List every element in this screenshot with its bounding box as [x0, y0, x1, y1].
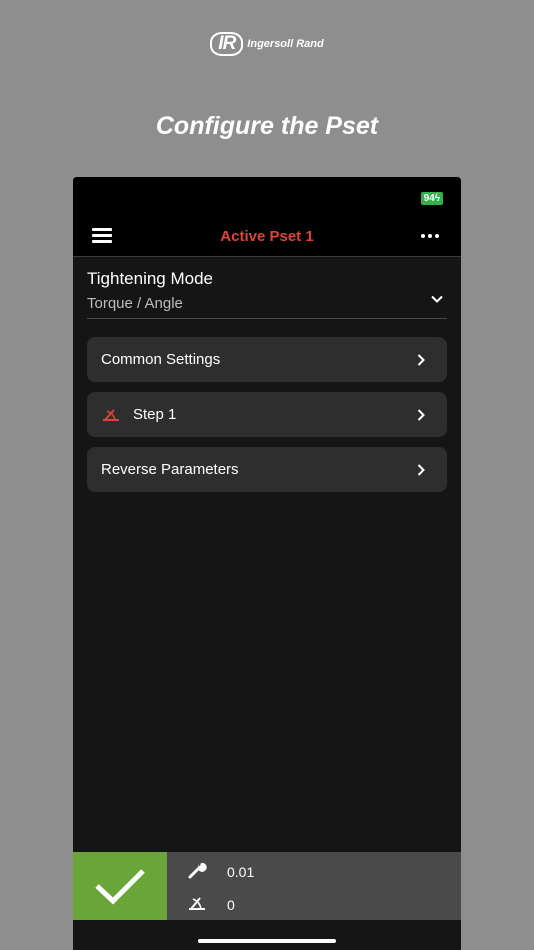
bottom-status-panel: 0.01 0: [73, 852, 461, 920]
angle-step-icon: [101, 408, 121, 422]
common-settings-label: Common Settings: [101, 351, 221, 368]
checkmark-icon: [95, 869, 145, 905]
torque-readout: 0.01: [187, 860, 254, 883]
step-1-item[interactable]: Step 1: [87, 392, 447, 437]
phone-screen: 94ϟ Active Pset 1 Tightening Mode Torque…: [73, 177, 461, 950]
chevron-down-icon: [431, 290, 443, 308]
battery-level: 94: [423, 193, 435, 204]
more-options-icon[interactable]: [421, 234, 439, 238]
chevron-right-icon: [417, 408, 425, 426]
common-settings-item[interactable]: Common Settings: [87, 337, 447, 382]
battery-indicator: 94ϟ: [420, 192, 443, 205]
charging-icon: ϟ: [434, 193, 440, 204]
home-indicator[interactable]: [198, 939, 336, 943]
tightening-mode-label: Tightening Mode: [87, 269, 214, 288]
tightening-mode-dropdown[interactable]: Tightening Mode Torque / Angle: [87, 269, 447, 319]
step-1-label: Step 1: [133, 406, 177, 423]
tightening-mode-value: Torque / Angle: [87, 295, 183, 312]
angle-readout: 0: [187, 895, 235, 914]
app-bar-title: Active Pset 1: [220, 228, 314, 245]
confirm-button[interactable]: [73, 852, 167, 920]
wrench-icon: [187, 860, 207, 883]
page-headline: Configure the Pset: [155, 112, 379, 140]
logo-mark: IR: [210, 32, 244, 56]
torque-value: 0.01: [227, 863, 255, 880]
angle-icon: [187, 895, 207, 914]
readouts: 0.01 0: [167, 852, 461, 920]
angle-value: 0: [227, 896, 235, 913]
chevron-right-icon: [417, 463, 425, 481]
logo-name: Ingersoll Rand: [247, 38, 324, 50]
reverse-parameters-item[interactable]: Reverse Parameters: [87, 447, 447, 492]
chevron-right-icon: [417, 353, 425, 371]
reverse-parameters-label: Reverse Parameters: [101, 461, 239, 478]
ingersoll-rand-logo: IR Ingersoll Rand: [0, 32, 534, 56]
status-bar: 94ϟ: [73, 177, 461, 217]
app-bar: Active Pset 1: [73, 217, 461, 257]
